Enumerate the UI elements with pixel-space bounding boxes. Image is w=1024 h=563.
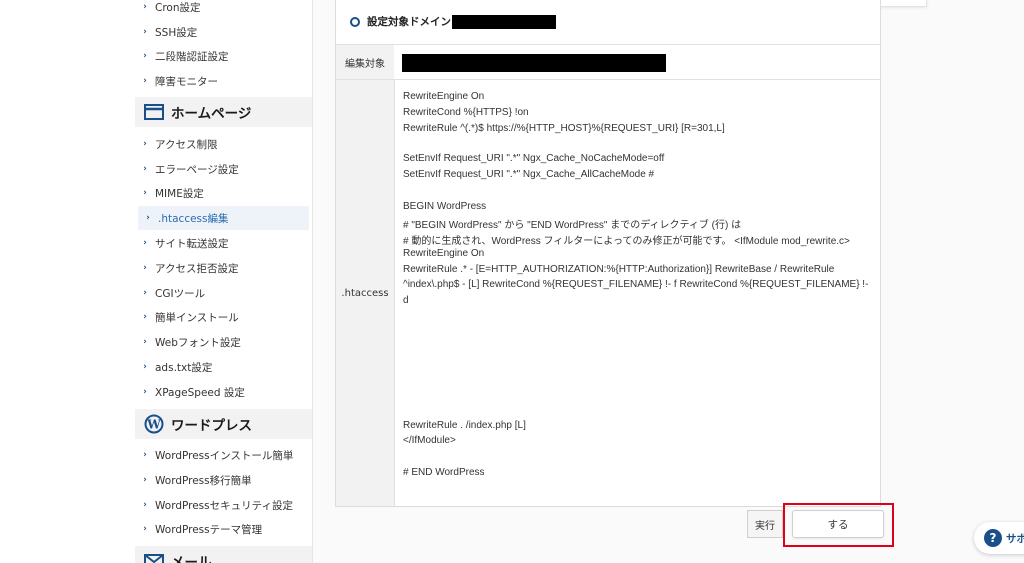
code-line: ^index\.php$ - [L] RewriteCond %{REQUEST…	[403, 279, 869, 290]
chevron-right-icon: ›	[143, 288, 147, 298]
sidebar-item-wp-migrate[interactable]: › WordPress移行簡単	[135, 468, 309, 492]
code-line: # END WordPress	[403, 467, 485, 478]
sidebar-item-wp-security[interactable]: › WordPressセキュリティ設定	[135, 493, 309, 517]
redacted-domain	[452, 14, 556, 29]
edit-target-label: 編集対象	[336, 44, 394, 80]
sidebar-item-error-page[interactable]: › エラーページ設定	[135, 157, 309, 181]
support-button[interactable]: ? サポ	[974, 522, 1024, 554]
chevron-right-icon: ›	[143, 337, 147, 347]
chevron-right-icon: ›	[143, 524, 147, 534]
left-gutter	[0, 0, 135, 563]
confirm-button[interactable]: する	[792, 510, 884, 538]
sidebar-heading-wordpress: W ワードプレス	[135, 409, 312, 439]
chevron-right-icon: ›	[143, 27, 147, 37]
redacted-target	[402, 54, 666, 72]
chevron-right-icon: ›	[146, 213, 150, 223]
circle-icon	[350, 16, 360, 27]
chevron-right-icon: ›	[143, 263, 147, 273]
sidebar-item-cron[interactable]: › Cron設定	[135, 0, 309, 19]
sidebar-item-mime[interactable]: › MIME設定	[135, 181, 309, 205]
sidebar-heading-mail: メール	[135, 546, 312, 563]
chevron-right-icon: ›	[143, 475, 147, 485]
sidebar: › Cron設定 › SSH設定 › 二段階認証設定 › 障害モニター ホームページ ›…	[135, 0, 313, 563]
htaccess-label: .htaccess	[336, 80, 394, 506]
sidebar-item-easy-install[interactable]: › 簡単インストール	[135, 305, 309, 329]
chevron-right-icon: ›	[143, 450, 147, 460]
domain-title: 設定対象ドメイン	[350, 14, 556, 29]
sidebar-item-failure-monitor[interactable]: › 障害モニター	[135, 69, 309, 93]
chevron-right-icon: ›	[143, 362, 147, 372]
code-line: SetEnvIf Request_URI ".*" Ngx_Cache_NoCa…	[403, 153, 665, 164]
sidebar-item-wp-install[interactable]: › WordPressインストール簡単	[135, 443, 309, 467]
wordpress-logo-icon: W	[143, 413, 165, 435]
sidebar-item-wp-theme[interactable]: › WordPressテーマ管理	[135, 517, 309, 541]
sidebar-item-ads-txt[interactable]: › ads.txt設定	[135, 355, 309, 379]
chevron-right-icon: ›	[143, 238, 147, 248]
sidebar-item-xpagespeed[interactable]: › XPageSpeed 設定	[135, 380, 309, 404]
edit-target-value	[394, 44, 881, 80]
sidebar-item-site-transfer[interactable]: › サイト転送設定	[135, 231, 309, 255]
code-line: </IfModule>	[403, 435, 456, 446]
code-line: RewriteEngine On	[403, 91, 485, 102]
sidebar-item-access-restriction[interactable]: › アクセス制限	[135, 132, 309, 156]
chevron-right-icon: ›	[143, 139, 147, 149]
code-line: RewriteRule . /index.php [L]	[403, 420, 526, 431]
chevron-right-icon: ›	[143, 76, 147, 86]
htaccess-editor[interactable]: RewriteEngine On RewriteCond %{HTTPS} !o…	[394, 80, 881, 507]
sidebar-item-cgi-tools[interactable]: › CGIツール	[135, 281, 309, 305]
chevron-right-icon: ›	[143, 312, 147, 322]
chevron-right-icon: ›	[143, 387, 147, 397]
code-line: RewriteCond %{HTTPS} !on	[403, 107, 529, 118]
help-icon: ?	[984, 529, 1002, 547]
sidebar-item-access-deny[interactable]: › アクセス拒否設定	[135, 256, 309, 280]
sidebar-item-two-factor[interactable]: › 二段階認証設定	[135, 44, 309, 68]
chevron-right-icon: ›	[143, 188, 147, 198]
code-line: SetEnvIf Request_URI ".*" Ngx_Cache_AllC…	[403, 169, 655, 180]
sidebar-heading-homepage: ホームページ	[135, 97, 312, 127]
browser-window-icon	[143, 101, 165, 123]
mail-icon	[143, 550, 165, 563]
code-line: d	[403, 295, 409, 306]
chevron-right-icon: ›	[143, 2, 147, 12]
code-line: # 動的に生成され、WordPress フィルターによってのみ修正が可能です。 …	[403, 236, 850, 247]
svg-text:W: W	[146, 418, 161, 432]
code-line: RewriteRule .* - [E=HTTP_AUTHORIZATION:%…	[403, 264, 835, 275]
sidebar-item-web-font[interactable]: › Webフォント設定	[135, 330, 309, 354]
sidebar-item-htaccess[interactable]: › .htaccess編集	[138, 206, 309, 230]
code-line: RewriteEngine On	[403, 248, 485, 259]
code-line: # "BEGIN WordPress" から "END WordPress" ま…	[403, 220, 742, 231]
chevron-right-icon: ›	[143, 51, 147, 61]
chevron-right-icon: ›	[143, 164, 147, 174]
code-line: RewriteRule ^(.*)$ https://%{HTTP_HOST}%…	[403, 123, 725, 134]
execute-button[interactable]: 実行	[747, 510, 783, 538]
sidebar-item-ssh[interactable]: › SSH設定	[135, 20, 309, 44]
chevron-right-icon: ›	[143, 500, 147, 510]
code-line: BEGIN WordPress	[403, 201, 487, 212]
